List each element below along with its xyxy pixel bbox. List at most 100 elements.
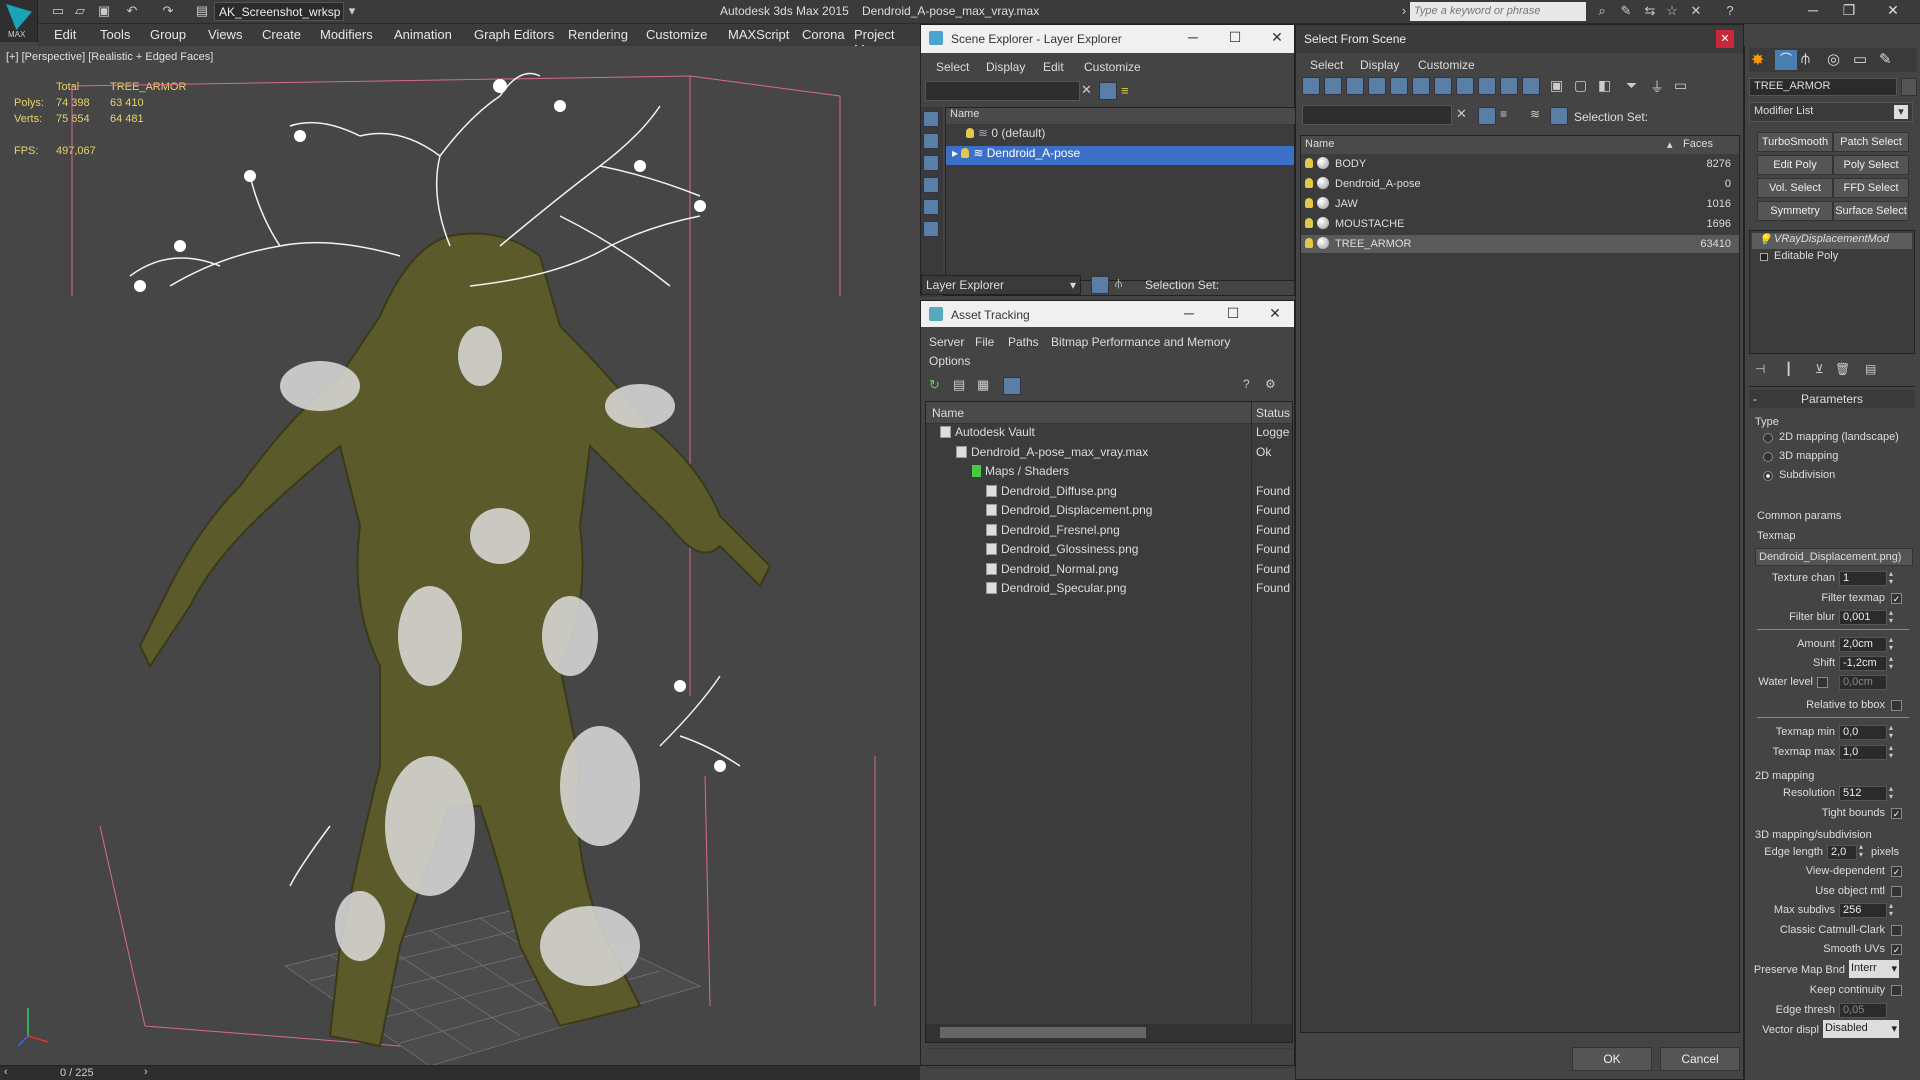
edge-thresh-spinner[interactable]: 0,05 (1839, 1003, 1887, 1018)
edit-poly-button[interactable]: Edit Poly (1757, 155, 1833, 175)
select-dependents-icon[interactable] (923, 177, 939, 193)
amount-spinner[interactable]: 2,0cm (1839, 637, 1887, 652)
light-bulb-icon[interactable]: 💡 (1758, 233, 1772, 246)
filter-bones-icon[interactable] (1478, 77, 1496, 95)
filter-lights-icon[interactable] (1346, 77, 1364, 95)
view-dependent-checkbox[interactable]: ✓ (1891, 866, 1902, 877)
resolution-spinner[interactable]: 512 (1839, 786, 1887, 801)
spinner-arrows-icon[interactable]: ▴ ▾ (1889, 636, 1893, 652)
next-frame-icon[interactable]: › (144, 1066, 148, 1078)
help-icon[interactable]: ? (1722, 3, 1738, 19)
display-invert-icon[interactable]: ◧ (1598, 77, 1611, 94)
filter-geometry-icon[interactable] (1302, 77, 1320, 95)
spinner-arrows-icon[interactable]: ▴ ▾ (1889, 785, 1893, 801)
scene-object-row[interactable]: MOUSTACHE 1696 (1301, 215, 1739, 234)
menu-edit[interactable]: Edit (54, 27, 76, 42)
maximize-icon[interactable]: ☐ (1221, 29, 1249, 49)
poly-select-button[interactable]: Poly Select (1833, 155, 1909, 175)
create-tab-icon[interactable]: ✸ (1751, 50, 1764, 70)
perspective-viewport[interactable]: [+] [Perspective] [Realistic + Edged Fac… (0, 46, 920, 1066)
layer-row[interactable]: ≋ 0 (default) (946, 126, 1294, 145)
le-menu-edit[interactable]: Edit (1043, 60, 1064, 74)
menu-create[interactable]: Create (262, 27, 301, 42)
ffd-select-button[interactable]: FFD Select (1833, 178, 1909, 198)
thumbnail-view-icon[interactable]: ▦ (977, 377, 989, 393)
at-menu-options[interactable]: Options (929, 354, 970, 368)
display-all-icon[interactable] (923, 133, 939, 149)
texture-chan-spinner[interactable]: 1 (1839, 571, 1887, 586)
object-name-field[interactable]: TREE_ARMOR (1749, 78, 1897, 96)
minimize-icon[interactable]: ─ (1175, 305, 1203, 325)
layer-row-selected[interactable]: ▸ ≋ Dendroid_A-pose (946, 146, 1294, 165)
sort-arrow-icon[interactable]: ▴ (1667, 138, 1673, 151)
search-input[interactable]: Type a keyword or phrase (1410, 2, 1586, 21)
minimize-icon[interactable]: ─ (1179, 29, 1207, 49)
use-object-mtl-checkbox[interactable] (1891, 886, 1902, 897)
motion-tab-icon[interactable]: ◎ (1827, 50, 1840, 68)
scene-object-row[interactable]: TREE_ARMOR 63410 (1301, 235, 1739, 254)
subdivision-radio[interactable] (1763, 471, 1773, 481)
scene-object-row[interactable]: BODY 8276 (1301, 155, 1739, 174)
filter-containers-icon[interactable] (1500, 77, 1518, 95)
sfs-menu-customize[interactable]: Customize (1418, 58, 1475, 72)
cancel-button[interactable]: Cancel (1660, 1047, 1740, 1071)
shift-spinner[interactable]: -1,2cm (1839, 656, 1887, 671)
hierarchy-tab-icon[interactable]: ⫛ (1801, 50, 1810, 67)
layer-explorer-titlebar[interactable]: Scene Explorer - Layer Explorer ─ ☐ ✕ (921, 25, 1294, 53)
at-menu-file[interactable]: File (975, 335, 994, 349)
display-none-icon[interactable] (923, 111, 939, 127)
filter-icon[interactable]: ⏷ (1626, 77, 1637, 94)
max-subdivs-spinner[interactable]: 256 (1839, 903, 1887, 918)
sfs-col-name[interactable]: Name (1305, 138, 1334, 150)
scene-object-row[interactable]: JAW 1016 (1301, 195, 1739, 214)
asset-row[interactable]: Dendroid_Displacement.png Found (926, 503, 1292, 522)
menu-group[interactable]: Group (150, 27, 186, 42)
menu-modifiers[interactable]: Modifiers (320, 27, 373, 42)
at-menu-bitmap[interactable]: Bitmap Performance and Memory (1051, 335, 1230, 349)
parameters-rollout-header[interactable]: - Parameters (1749, 390, 1915, 408)
keep-continuity-checkbox[interactable] (1891, 985, 1902, 996)
menu-maxscript[interactable]: MAXScript (728, 27, 789, 42)
timeline-slider[interactable]: ‹ 0 / 225 › (0, 1065, 920, 1080)
texmap-min-spinner[interactable]: 0,0 (1839, 725, 1887, 740)
relative-to-bbox-checkbox[interactable] (1891, 700, 1902, 711)
stack-item-selected[interactable]: 💡 VRayDisplacementMod (1752, 233, 1912, 249)
pin-stack-icon[interactable]: ⊣ (1755, 362, 1765, 376)
collapse-icon[interactable]: ▭ (1674, 77, 1687, 94)
x-icon[interactable]: ✕ (1688, 3, 1704, 19)
menu-rendering[interactable]: Rendering (568, 27, 628, 42)
sfs-menu-display[interactable]: Display (1360, 58, 1399, 72)
filter-shapes-icon[interactable] (1324, 77, 1342, 95)
horizontal-scrollbar[interactable] (926, 1024, 1292, 1042)
tools-icon[interactable]: ✎ (1618, 3, 1634, 19)
asset-row[interactable]: Autodesk Vault Logge (926, 425, 1292, 444)
menu-tools[interactable]: Tools (100, 27, 130, 42)
le-menu-select[interactable]: Select (936, 60, 969, 74)
project-folder-icon[interactable]: ▤ (194, 3, 210, 19)
display-tab-icon[interactable]: ▭ (1853, 50, 1867, 68)
light-bulb-icon[interactable] (1305, 198, 1313, 208)
tight-bounds-checkbox[interactable]: ✓ (1891, 808, 1902, 819)
water-level-checkbox[interactable] (1817, 677, 1828, 688)
display-none-icon[interactable]: ▢ (1574, 77, 1587, 94)
object-color-swatch[interactable] (1901, 78, 1917, 96)
texmap-max-spinner[interactable]: 1,0 (1839, 745, 1887, 760)
spinner-arrows-icon[interactable]: ▴ ▾ (1889, 609, 1893, 625)
smooth-uvs-checkbox[interactable]: ✓ (1891, 944, 1902, 955)
scrollbar-thumb[interactable] (940, 1027, 1146, 1038)
close-icon[interactable]: ✕ (1716, 30, 1734, 48)
maximize-icon[interactable]: ☐ (1219, 305, 1247, 325)
layer-icon[interactable]: ≋ (1530, 107, 1540, 121)
table-view-icon[interactable] (1003, 377, 1021, 395)
close-icon[interactable]: ✕ (1263, 29, 1291, 49)
filter-groups-icon[interactable] (1434, 77, 1452, 95)
show-end-result-icon[interactable]: ┃ (1785, 362, 1792, 376)
prev-frame-icon[interactable]: ‹ (4, 1066, 8, 1078)
expand-box-icon[interactable] (1760, 253, 1768, 261)
hierarchy-icon[interactable] (1550, 107, 1568, 125)
water-level-spinner[interactable]: 0,0cm (1839, 675, 1887, 690)
le-menu-display[interactable]: Display (986, 60, 1025, 74)
light-bulb-icon[interactable] (966, 128, 974, 138)
patch-select-button[interactable]: Patch Select (1833, 132, 1909, 152)
filter-toggle-icon[interactable] (1478, 107, 1496, 125)
